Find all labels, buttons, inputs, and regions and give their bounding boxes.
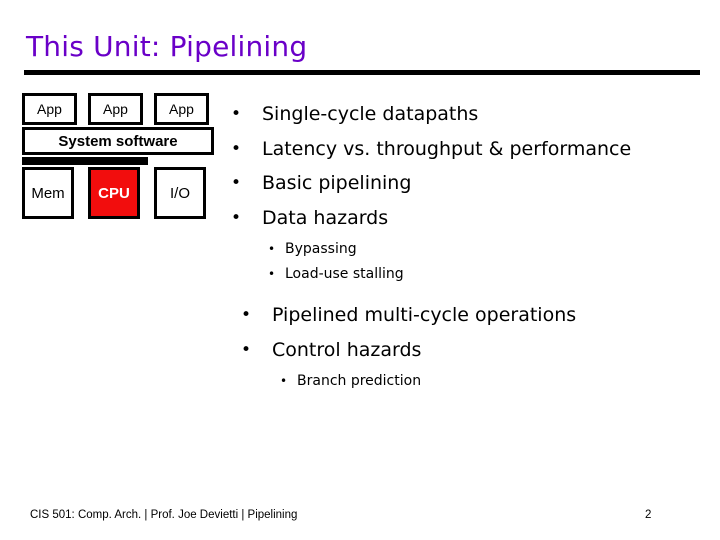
list-item-label: Pipelined multi-cycle operations <box>272 304 577 326</box>
cpu-box-highlighted: CPU <box>88 167 140 219</box>
list-item: • Latency vs. throughput & performance <box>231 135 701 170</box>
io-box-label: I/O <box>169 184 190 202</box>
bullet-marker-icon: • <box>268 242 276 256</box>
bullet-marker-icon: • <box>268 266 276 281</box>
sub-list-item-label: Bypassing <box>285 241 357 257</box>
system-bus-bar <box>22 157 148 165</box>
sub-list-item-label: Load-use stalling <box>285 265 404 282</box>
mem-box: Mem <box>22 167 74 219</box>
sub-list-item: • Branch prediction <box>231 370 701 395</box>
bullet-marker-icon: • <box>231 173 242 193</box>
list-item-label: Latency vs. throughput & performance <box>262 137 632 160</box>
list-item: • Basic pipelining <box>231 169 701 204</box>
app-box-1-label: App <box>37 101 62 117</box>
app-box-1: App <box>22 93 77 125</box>
bullet-marker-icon: • <box>231 207 242 228</box>
page-number: 2 <box>645 509 652 521</box>
list-item: • Single-cycle datapaths <box>231 100 701 135</box>
app-box-3-label: App <box>169 101 194 117</box>
mem-box-label: Mem <box>31 184 65 202</box>
io-box: I/O <box>154 167 206 219</box>
sub-list-item: • Load-use stalling <box>231 263 701 288</box>
bullet-content: • Single-cycle datapaths • Latency vs. t… <box>231 100 701 395</box>
app-box-2: App <box>88 93 143 125</box>
list-item-label: Control hazards <box>272 338 422 361</box>
page-title: This Unit: Pipelining <box>26 30 308 63</box>
system-software-label: System software <box>58 132 178 150</box>
list-item: • Data hazards <box>231 204 701 239</box>
list-item: • Pipelined multi-cycle operations <box>231 301 701 336</box>
bullet-marker-icon: • <box>241 339 252 360</box>
title-underline-rule <box>24 70 700 75</box>
list-item: • Control hazards <box>231 336 701 371</box>
system-stack-diagram: App App App System software Mem CPU I/O <box>22 93 214 219</box>
bullet-marker-icon: • <box>231 104 242 124</box>
bullet-group-b: • Pipelined multi-cycle operations • Con… <box>231 301 701 395</box>
bullet-marker-icon: • <box>241 305 252 325</box>
app-box-2-label: App <box>103 101 128 117</box>
sub-list-item-label: Branch prediction <box>297 373 422 389</box>
bullet-group-a: • Single-cycle datapaths • Latency vs. t… <box>231 100 701 287</box>
list-item-label: Basic pipelining <box>262 172 412 194</box>
bullet-marker-icon: • <box>280 374 288 388</box>
list-item-label: Data hazards <box>262 206 389 229</box>
app-box-3: App <box>154 93 209 125</box>
footer-text: CIS 501: Comp. Arch. | Prof. Joe Deviett… <box>30 509 298 521</box>
list-item-label: Single-cycle datapaths <box>262 103 479 125</box>
cpu-box-label: CPU <box>98 184 130 202</box>
bullet-marker-icon: • <box>231 138 242 159</box>
system-software-box: System software <box>22 127 214 155</box>
sub-list-item: • Bypassing <box>231 238 701 263</box>
